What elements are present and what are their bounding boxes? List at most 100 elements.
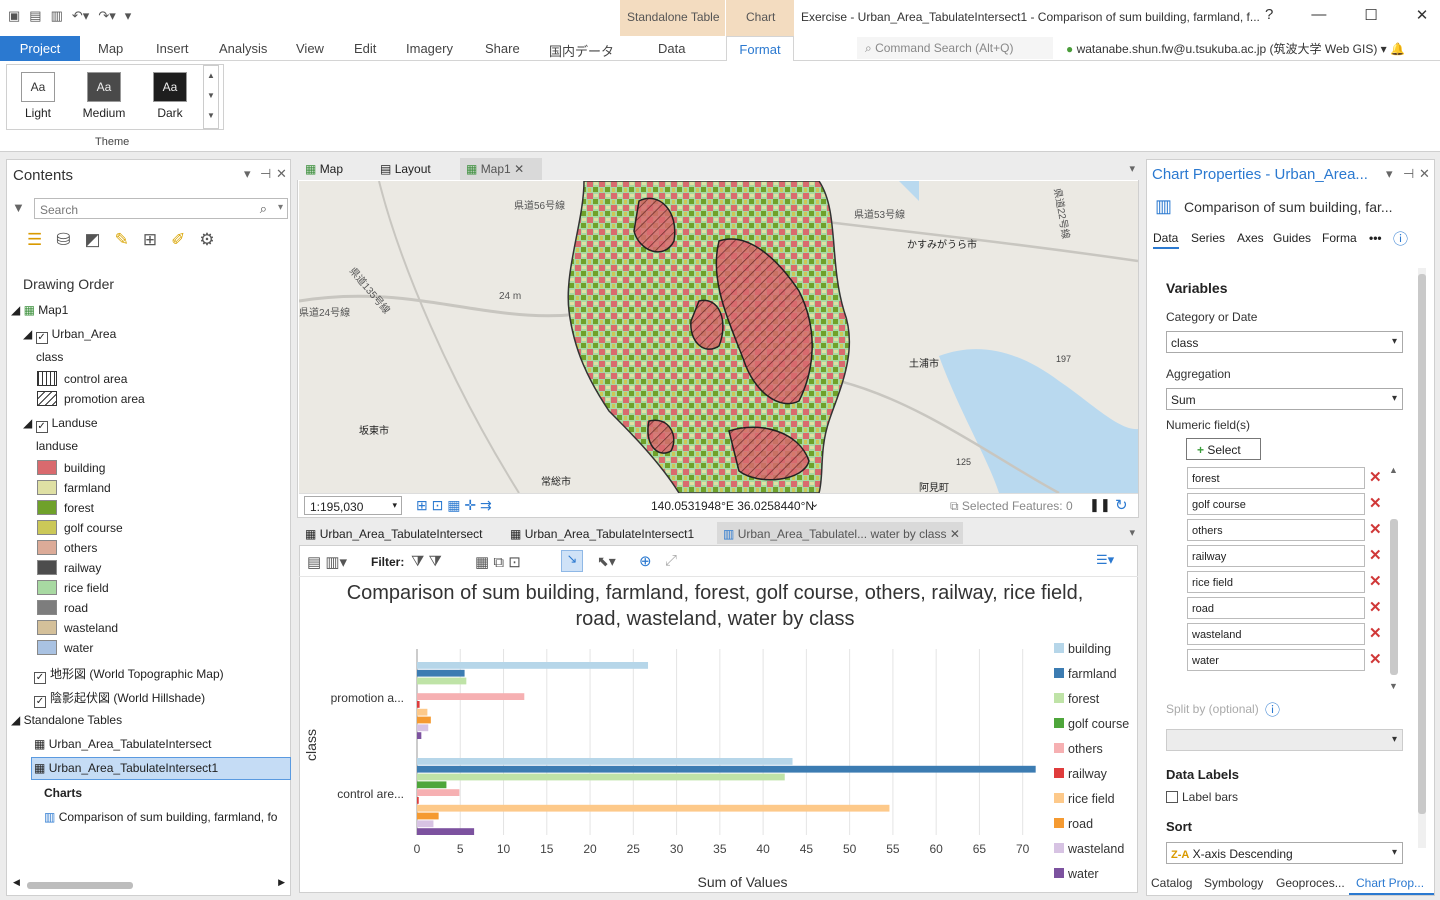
pane-options-icon[interactable]: ▾ <box>1386 166 1393 182</box>
export-icons[interactable]: ▦ ⧉ ⊡ <box>475 553 521 571</box>
landuse-swatch[interactable] <box>37 580 57 595</box>
chart-item[interactable]: ▥ Comparison of sum building, farmland, … <box>44 810 289 824</box>
numeric-field-item[interactable]: railway <box>1187 545 1365 567</box>
editing-icon[interactable]: ✎ <box>115 230 129 250</box>
tab-format[interactable]: Format <box>726 36 794 62</box>
scrollbar-thumb[interactable] <box>1390 519 1398 675</box>
scroll-left-icon[interactable]: ◀ <box>13 877 20 888</box>
legend-entry[interactable]: forest <box>1068 692 1100 706</box>
legend-entry[interactable]: building <box>1068 642 1111 656</box>
close-icon[interactable]: ✕ <box>276 166 287 182</box>
scrollbar-thumb[interactable] <box>27 882 133 889</box>
basemap-topographic[interactable]: ✓ 地形図 (World Topographic Map) <box>34 665 224 684</box>
scroll-right-icon[interactable]: ▶ <box>278 877 285 888</box>
command-search-input[interactable]: ⌕ Command Search (Alt+Q) <box>857 37 1053 59</box>
theme-light-button[interactable]: Aa Light <box>10 70 66 122</box>
map1-node[interactable]: ◢ ▦ Map1 <box>11 303 68 317</box>
numeric-field-item[interactable]: others <box>1187 519 1365 541</box>
tab-map[interactable]: Map <box>98 41 123 56</box>
landuse-swatch[interactable] <box>37 640 57 655</box>
category-combo[interactable]: class <box>1166 331 1403 353</box>
basemap-hillshade[interactable]: ✓ 陰影起伏図 (World Hillshade) <box>34 689 205 708</box>
chevron-down-icon[interactable]: ▼ <box>1389 681 1398 691</box>
bottom-tab-catalog[interactable]: Catalog <box>1151 876 1192 890</box>
landuse-swatch[interactable] <box>37 540 57 555</box>
bottom-tab-geoprocessing[interactable]: Geoproces... <box>1276 876 1345 890</box>
checkbox-checked-icon[interactable]: ✓ <box>35 421 48 433</box>
tab-share[interactable]: Share <box>485 41 520 56</box>
legend-entry[interactable]: railway <box>1068 767 1108 781</box>
chevron-down-icon[interactable]: ⌄ <box>810 497 819 510</box>
legend-swatch[interactable] <box>1054 868 1064 878</box>
tab-data[interactable]: Data <box>658 41 685 56</box>
numeric-field-item[interactable]: wasteland <box>1187 623 1365 645</box>
bar[interactable] <box>417 758 793 765</box>
promotion-area-swatch[interactable] <box>37 391 57 406</box>
theme-dark-button[interactable]: Aa Dark <box>142 70 198 122</box>
pin-icon[interactable]: ⊣ <box>260 166 271 182</box>
legend-swatch[interactable] <box>1054 768 1064 778</box>
filter-icons[interactable]: ⧩ ⧩ <box>411 553 442 570</box>
legend-swatch[interactable] <box>1054 843 1064 853</box>
chart-tab[interactable]: ▥ Urban_Area_Tabulatel... water by class… <box>723 527 960 541</box>
selection-icon[interactable]: ◩ <box>85 230 101 250</box>
horizontal-scrollbar[interactable]: ◀ ▶ <box>11 877 287 891</box>
bar[interactable] <box>417 724 429 732</box>
tab-domestic-data[interactable]: 国内データ <box>549 41 614 60</box>
checkbox-checked-icon[interactable]: ✓ <box>34 672 46 684</box>
legend-toggle-icon[interactable]: ☰▾ <box>1096 552 1114 568</box>
selected-features[interactable]: ⧉ Selected Features: 0 <box>950 499 1073 514</box>
tab-overflow-icon[interactable]: ▾ <box>1129 526 1135 539</box>
prop-tab-guides[interactable]: Guides <box>1273 231 1311 245</box>
bar[interactable] <box>417 669 465 677</box>
prop-tab-axes[interactable]: Axes <box>1237 231 1264 245</box>
prop-tab-format[interactable]: Forma <box>1322 231 1357 245</box>
undo-icon[interactable]: ↶▾ <box>72 8 89 24</box>
checkbox-unchecked-icon[interactable] <box>1166 791 1178 803</box>
remove-field-icon[interactable]: ✕ <box>1369 572 1382 590</box>
user-account[interactable]: ● watanabe.shun.fw@u.tsukuba.ac.jp (筑波大学… <box>1066 40 1405 57</box>
legend-entry[interactable]: wasteland <box>1067 842 1124 856</box>
new-project-icon[interactable]: ▣ <box>8 8 20 24</box>
notification-bell-icon[interactable]: 🔔 <box>1390 42 1405 56</box>
tab-project[interactable]: Project <box>0 36 80 61</box>
prop-tab-series[interactable]: Series <box>1191 231 1225 245</box>
remove-field-icon[interactable]: ✕ <box>1369 546 1382 564</box>
close-icon[interactable]: ✕ <box>1419 166 1430 182</box>
legend-swatch[interactable] <box>1054 793 1064 803</box>
bottom-tab-symbology[interactable]: Symbology <box>1204 876 1263 890</box>
close-icon[interactable]: ✕ <box>950 527 960 541</box>
bar[interactable] <box>417 820 434 828</box>
close-icon[interactable]: ✕ <box>514 162 524 176</box>
bar[interactable] <box>417 797 419 804</box>
table-item[interactable]: ▦ Urban_Area_TabulateIntersect <box>34 737 211 751</box>
bar[interactable] <box>417 828 475 835</box>
chevron-up-icon[interactable]: ▲ <box>204 66 218 86</box>
aggregation-combo[interactable]: Sum <box>1166 388 1403 410</box>
control-area-swatch[interactable] <box>37 371 57 386</box>
bar[interactable] <box>417 773 785 781</box>
legend-swatch[interactable] <box>1054 668 1064 678</box>
legend-swatch[interactable] <box>1054 693 1064 703</box>
bar[interactable] <box>417 677 467 685</box>
split-by-combo[interactable] <box>1166 729 1403 751</box>
bar[interactable] <box>417 765 1036 773</box>
full-extent-icon[interactable]: ⤢ <box>665 552 677 569</box>
gallery-expand-icon[interactable]: ▼ <box>204 106 218 126</box>
table-tab[interactable]: ▦ Urban_Area_TabulateIntersect1 <box>510 527 694 541</box>
landuse-swatch[interactable] <box>37 460 57 475</box>
landuse-swatch[interactable] <box>37 620 57 635</box>
table-tab[interactable]: ▦ Urban_Area_TabulateIntersect <box>305 527 482 541</box>
landuse-swatch[interactable] <box>37 560 57 575</box>
remove-field-icon[interactable]: ✕ <box>1369 468 1382 486</box>
zoom-icon[interactable]: ⊕ <box>639 552 652 570</box>
map-canvas[interactable]: 県道56号線 県道53号線 かすみがうら市 県道135号線 24 m 県道24号… <box>299 181 1138 493</box>
close-icon[interactable]: ✕ <box>1416 6 1429 24</box>
help-icon[interactable]: ⓘ <box>1393 228 1408 249</box>
tab-edit[interactable]: Edit <box>354 41 376 56</box>
prop-tab-data[interactable]: Data <box>1153 231 1178 245</box>
labeling-icon[interactable]: ✐ <box>171 230 185 250</box>
chevron-down-icon[interactable]: ▼ <box>204 86 218 106</box>
bar[interactable] <box>417 716 431 724</box>
bottom-tab-chart-properties[interactable]: Chart Prop... <box>1356 876 1424 890</box>
